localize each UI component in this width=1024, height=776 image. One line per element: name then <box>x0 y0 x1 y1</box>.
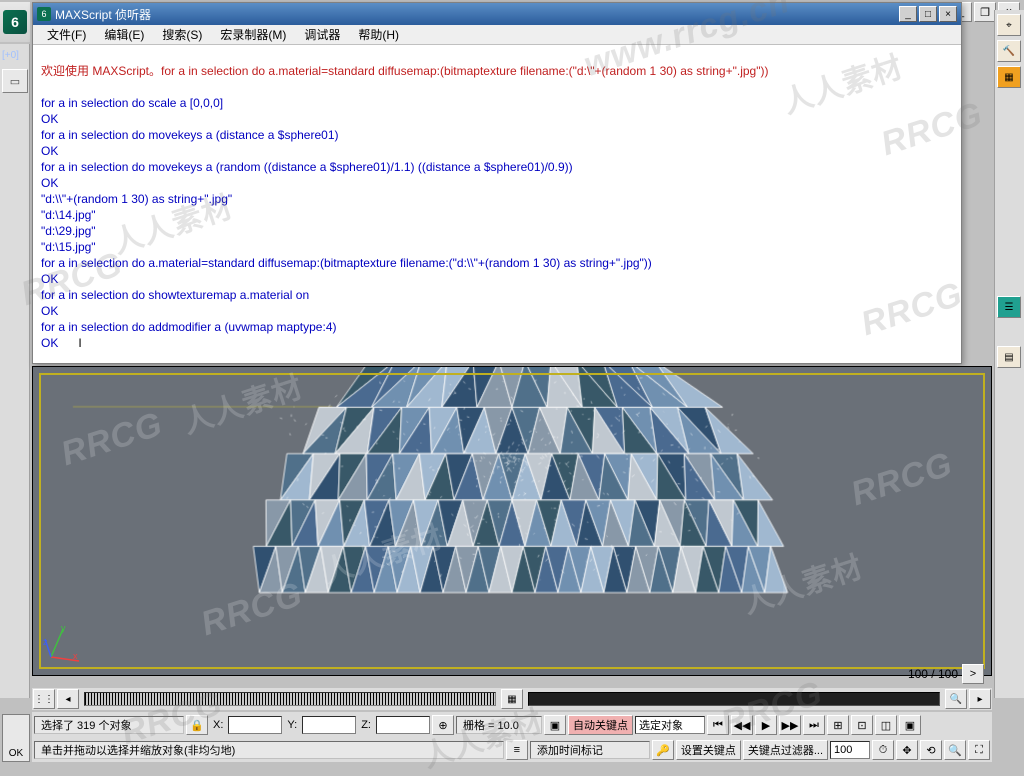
tool-select[interactable]: ▭ <box>2 69 28 93</box>
render-setup-icon[interactable]: ☰ <box>997 296 1021 318</box>
listener-title: MAXScript 侦听器 <box>55 6 899 23</box>
listener-line: OK <box>41 144 58 158</box>
play-icon[interactable]: ▶ <box>755 715 777 735</box>
timeline-zoom-icon[interactable]: 🔍 <box>945 689 967 709</box>
status-bar-upper: 选择了 319 个对象 🔒 X: Y: Z: ⊕ 栅格 = 10.0 ▣ 自动关… <box>32 712 992 738</box>
time-config-icon[interactable]: ⏱ <box>872 740 894 760</box>
listener-line: 欢迎使用 MAXScript。for a in selection do a.m… <box>41 64 768 78</box>
timeline: ⋮⋮ ◂ ▦ 🔍 ▸ <box>32 688 992 710</box>
right-toolbar: ⌖ 🔨 ▦ ☰ ▤ <box>994 10 1024 698</box>
play-next-icon[interactable]: ▶▶ <box>779 715 801 735</box>
viewport-nav-1-icon[interactable]: ⊞ <box>827 715 849 735</box>
misc-tool-icon[interactable]: ▤ <box>997 346 1021 368</box>
coord-y-label: Y: <box>284 719 300 731</box>
play-end-icon[interactable]: ⏭ <box>803 715 825 735</box>
perspective-viewport[interactable]: x y z <box>32 366 992 676</box>
coord-x-label: X: <box>210 719 226 731</box>
timeline-prev-icon[interactable]: ◂ <box>57 689 79 709</box>
max-logo-icon: 6 <box>3 10 27 34</box>
listener-line: OK <box>41 112 58 126</box>
autokey-button[interactable]: 自动关键点 <box>568 715 633 735</box>
listener-line: OK <box>41 176 58 190</box>
lock-selection-icon[interactable]: 🔒 <box>186 715 208 735</box>
listener-line: OK <box>41 336 58 350</box>
listener-line: "d:\\"+(random 1 30) as string+".jpg" <box>41 192 232 206</box>
viewport-label: [+0] <box>0 44 29 67</box>
viewport-canvas[interactable] <box>33 367 991 675</box>
coord-x-field[interactable] <box>228 716 282 734</box>
menu-debug[interactable]: 调试器 <box>296 24 348 45</box>
key-target-dropdown[interactable]: 选定对象 <box>635 716 705 734</box>
axis-x-label: x <box>73 651 78 661</box>
play-prev-icon[interactable]: ◀◀ <box>731 715 753 735</box>
frame-scroll-right[interactable]: > <box>962 664 984 684</box>
key-mode-icon[interactable]: 🔑 <box>652 740 674 760</box>
listener-line: OK <box>41 304 58 318</box>
listener-menubar: 文件(F) 编辑(E) 搜索(S) 宏录制器(M) 调试器 帮助(H) <box>33 25 961 45</box>
vpnav-pan-icon[interactable]: ✥ <box>896 740 918 760</box>
listener-line: "d:\29.jpg" <box>41 224 96 238</box>
axis-z-label: z <box>43 637 48 647</box>
vpnav-max-icon[interactable]: ⛶ <box>968 740 990 760</box>
coord-y-field[interactable] <box>302 716 356 734</box>
play-start-icon[interactable]: ⏮ <box>707 715 729 735</box>
viewport-nav-2-icon[interactable]: ⊡ <box>851 715 873 735</box>
script-button-icon[interactable]: ≡ <box>506 740 528 760</box>
prompt-text: 单击并拖动以选择并缩放对象(非均匀地) <box>34 741 504 759</box>
listener-output[interactable]: 欢迎使用 MAXScript。for a in selection do a.m… <box>33 45 961 363</box>
vpnav-zoom-icon[interactable]: 🔍 <box>944 740 966 760</box>
time-tag[interactable]: 添加时间标记 <box>530 741 650 759</box>
grid-size: 栅格 = 10.0 <box>456 716 542 734</box>
listener-line: OK <box>41 272 58 286</box>
setkey-button[interactable]: 设置关键点 <box>676 740 741 760</box>
menu-help[interactable]: 帮助(H) <box>350 24 407 45</box>
viewport-nav-4-icon[interactable]: ▣ <box>899 715 921 735</box>
listener-line: for a in selection do scale a [0,0,0] <box>41 96 223 110</box>
listener-line: for a in selection do movekeys a (distan… <box>41 128 339 142</box>
vpnav-orbit-icon[interactable]: ⟲ <box>920 740 942 760</box>
listener-line: "d:\14.jpg" <box>41 208 96 222</box>
listener-icon: 6 <box>37 7 51 21</box>
command-panel-tab[interactable]: ▦ <box>997 66 1021 88</box>
listener-line: for a in selection do a.material=standar… <box>41 256 652 270</box>
axis-y-label: y <box>61 623 66 633</box>
maxscript-listener-window: 6 MAXScript 侦听器 _ □ × 文件(F) 编辑(E) 搜索(S) … <box>32 2 962 364</box>
isolate-icon[interactable]: ▣ <box>544 715 566 735</box>
mini-listener-ok[interactable]: OK <box>2 714 30 762</box>
left-toolbar: [+0] ▭ <box>0 44 30 698</box>
listener-line: for a in selection do showtexturemap a.m… <box>41 288 309 302</box>
maximize-button[interactable]: □ <box>919 6 937 22</box>
snap-toggle[interactable]: ⌖ <box>997 14 1021 36</box>
selection-count: 选择了 319 个对象 <box>34 716 184 734</box>
menu-macro[interactable]: 宏录制器(M) <box>212 24 294 45</box>
current-frame-field[interactable]: 100 <box>830 741 870 759</box>
menu-edit[interactable]: 编辑(E) <box>96 24 152 45</box>
coord-z-label: Z: <box>358 719 374 731</box>
viewport-nav-3-icon[interactable]: ◫ <box>875 715 897 735</box>
timeline-end-icon[interactable]: ▦ <box>501 689 523 709</box>
coord-z-field[interactable] <box>376 716 430 734</box>
close-button[interactable]: × <box>939 6 957 22</box>
app-logo: 6 <box>0 2 30 42</box>
listener-line: "d:\15.jpg" <box>41 240 96 254</box>
timeline-track-dark[interactable] <box>528 692 940 706</box>
axis-gizmo: x y z <box>43 625 83 665</box>
status-bar-lower: 单击并拖动以选择并缩放对象(非均匀地) ≡ 添加时间标记 🔑 设置关键点 关键点… <box>32 738 992 762</box>
frame-indicator: 100 / 100 <box>908 667 958 681</box>
timeline-config-icon[interactable]: ⋮⋮ <box>33 689 55 709</box>
transform-mode-icon[interactable]: ⊕ <box>432 715 454 735</box>
listener-line: for a in selection do movekeys a (random… <box>41 160 573 174</box>
menu-file[interactable]: 文件(F) <box>39 24 94 45</box>
parent-restore-button[interactable]: ❐ <box>974 2 996 22</box>
tool-hammer-icon[interactable]: 🔨 <box>997 40 1021 62</box>
minimize-button[interactable]: _ <box>899 6 917 22</box>
menu-search[interactable]: 搜索(S) <box>154 24 210 45</box>
timeline-next-icon[interactable]: ▸ <box>969 689 991 709</box>
timeline-track[interactable] <box>84 692 496 706</box>
listener-line: for a in selection do addmodifier a (uvw… <box>41 320 336 334</box>
listener-titlebar[interactable]: 6 MAXScript 侦听器 _ □ × <box>33 3 961 25</box>
key-filter-button[interactable]: 关键点过滤器... <box>743 740 828 760</box>
